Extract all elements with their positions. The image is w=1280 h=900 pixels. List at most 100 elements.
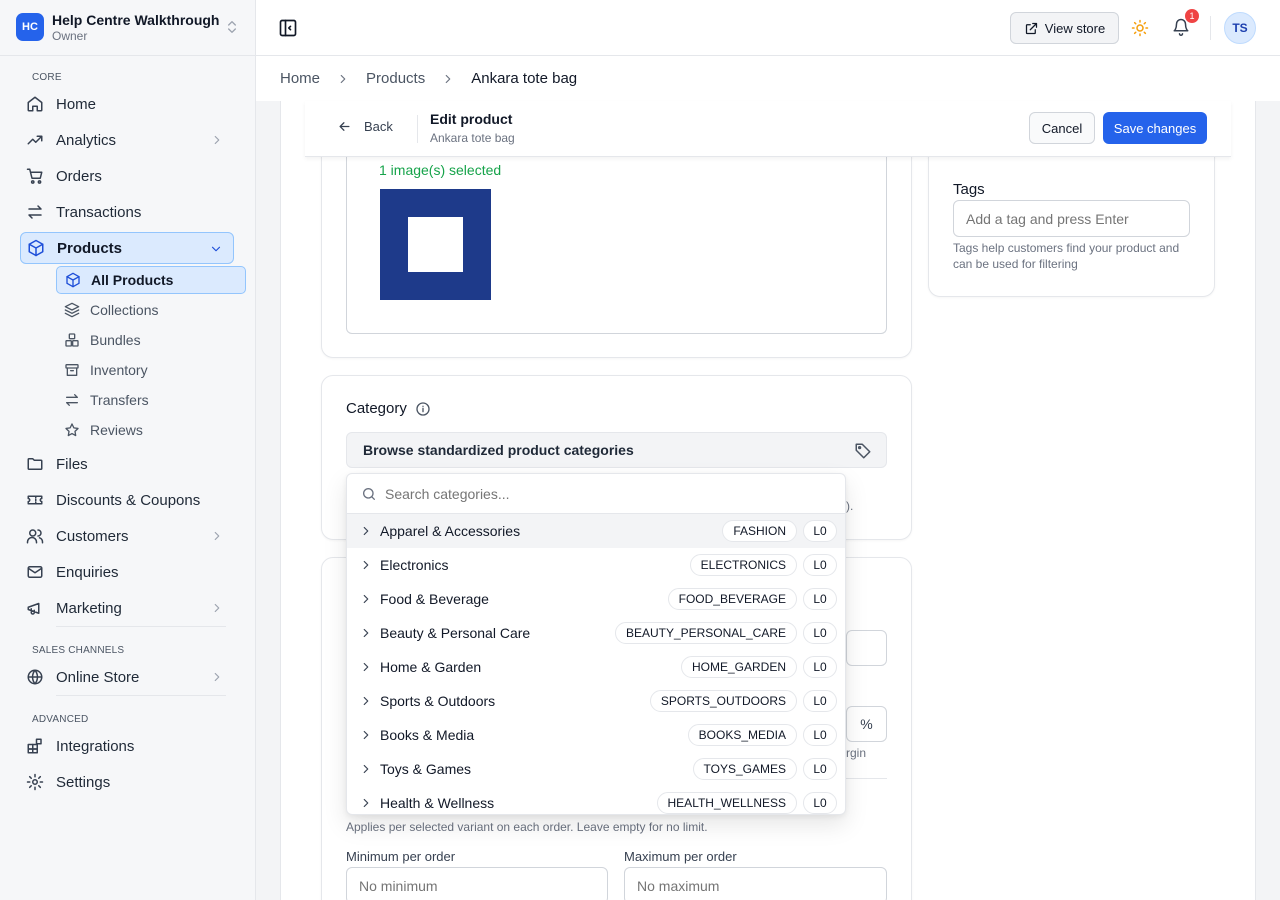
sidebar-item-integrations[interactable]: Integrations: [20, 730, 234, 762]
min-per-order-label: Minimum per order: [346, 849, 456, 864]
sidebar-toggle-icon[interactable]: [278, 18, 298, 38]
info-icon[interactable]: [415, 401, 431, 417]
sidebar-item-discounts[interactable]: Discounts & Coupons: [20, 484, 234, 516]
sidebar: HC Help Centre Walkthrough Owner CORE Ho…: [0, 0, 256, 900]
category-code-badge: HEALTH_WELLNESS: [656, 792, 797, 814]
sidebar-item-customers[interactable]: Customers: [20, 520, 234, 552]
sidebar-item-files[interactable]: Files: [20, 448, 234, 480]
chevron-right-icon[interactable]: [359, 762, 373, 776]
category-option[interactable]: Health & Wellness HEALTH_WELLNESS L0: [347, 786, 845, 814]
category-option[interactable]: Toys & Games TOYS_GAMES L0: [347, 752, 845, 786]
sidebar-item-label: Settings: [56, 773, 111, 791]
category-option[interactable]: Home & Garden HOME_GARDEN L0: [347, 650, 845, 684]
section-label-core: CORE: [32, 72, 62, 83]
chevron-right-icon: [214, 672, 220, 682]
star-icon: [65, 423, 79, 437]
folder-icon: [27, 458, 43, 470]
sidebar-item-enquiries[interactable]: Enquiries: [20, 556, 234, 588]
category-level-badge: L0: [803, 588, 837, 610]
chevron-right-icon[interactable]: [359, 524, 373, 538]
product-image-thumbnail[interactable]: [380, 189, 491, 300]
sidebar-item-label: Enquiries: [56, 563, 119, 581]
category-level-badge: L0: [803, 554, 837, 576]
chevron-right-icon: [214, 603, 220, 613]
chevron-right-icon[interactable]: [359, 592, 373, 606]
sidebar-subitem-all-products[interactable]: All Products: [56, 266, 246, 294]
user-avatar[interactable]: TS: [1224, 12, 1256, 44]
price-input-edge[interactable]: [846, 630, 887, 666]
sidebar-item-orders[interactable]: Orders: [20, 160, 234, 192]
sidebar-subitem-reviews[interactable]: Reviews: [56, 416, 246, 444]
tag-icon: [855, 443, 871, 459]
breadcrumb-home[interactable]: Home: [280, 70, 320, 87]
sidebar-subitem-transfers[interactable]: Transfers: [56, 386, 246, 414]
chevron-right-icon: [445, 74, 451, 83]
sidebar-item-label: Integrations: [56, 737, 135, 755]
category-option-name: Toys & Games: [380, 761, 472, 777]
browse-categories-button[interactable]: Browse standardized product categories: [346, 432, 887, 468]
sidebar-subitem-inventory[interactable]: Inventory: [56, 356, 246, 384]
divider: [56, 695, 226, 696]
sidebar-subitem-bundles[interactable]: Bundles: [56, 326, 246, 354]
chevron-right-icon[interactable]: [359, 694, 373, 708]
category-option[interactable]: Apparel & Accessories FASHION L0: [347, 514, 845, 548]
workspace-switcher[interactable]: HC Help Centre Walkthrough Owner: [16, 10, 240, 44]
sidebar-item-online-store[interactable]: Online Store: [20, 661, 234, 693]
mail-icon: [27, 566, 43, 578]
sidebar-item-products[interactable]: Products: [20, 232, 234, 264]
chevron-right-icon[interactable]: [359, 626, 373, 640]
category-search-input[interactable]: [385, 485, 825, 502]
category-option-name: Electronics: [380, 557, 449, 573]
chevron-right-icon[interactable]: [359, 728, 373, 742]
sidebar-item-analytics[interactable]: Analytics: [20, 124, 234, 156]
category-code-badge: TOYS_GAMES: [692, 758, 797, 780]
sidebar-subitem-collections[interactable]: Collections: [56, 296, 246, 324]
category-option-name: Apparel & Accessories: [380, 523, 521, 539]
category-level-badge: L0: [803, 520, 837, 542]
min-per-order-input[interactable]: [346, 867, 608, 900]
category-option[interactable]: Sports & Outdoors SPORTS_OUTDOORS L0: [347, 684, 845, 718]
category-search: [347, 474, 845, 514]
category-option-name: Sports & Outdoors: [380, 693, 496, 709]
ticket-icon: [27, 495, 43, 505]
sidebar-item-settings[interactable]: Settings: [20, 766, 234, 798]
cancel-button[interactable]: Cancel: [1029, 112, 1095, 144]
category-option[interactable]: Food & Beverage FOOD_BEVERAGE L0: [347, 582, 845, 616]
view-store-button[interactable]: View store: [1010, 12, 1119, 44]
sidebar-item-marketing[interactable]: Marketing: [20, 592, 234, 624]
home-icon: [27, 96, 43, 112]
sidebar-subitem-label: Collections: [90, 302, 159, 318]
workspace-role: Owner: [52, 28, 88, 43]
sidebar-subitem-label: Reviews: [90, 422, 143, 438]
sidebar-item-home[interactable]: Home: [20, 88, 234, 120]
sidebar-item-label: Customers: [56, 527, 129, 545]
chevron-right-icon[interactable]: [359, 796, 373, 810]
blocks-icon: [27, 738, 42, 754]
category-option[interactable]: Beauty & Personal Care BEAUTY_PERSONAL_CA…: [347, 616, 845, 650]
sidebar-item-transactions[interactable]: Transactions: [20, 196, 234, 228]
section-label-advanced: ADVANCED: [32, 714, 89, 725]
arrows-left-right-icon: [66, 394, 78, 406]
chevron-right-icon[interactable]: [359, 558, 373, 572]
back-button[interactable]: Back: [337, 119, 393, 134]
max-per-order-label: Maximum per order: [624, 849, 737, 864]
category-option[interactable]: Books & Media BOOKS_MEDIA L0: [347, 718, 845, 752]
sidebar-item-label: Products: [57, 239, 123, 257]
sun-icon[interactable]: [1131, 19, 1149, 37]
category-option-name: Beauty & Personal Care: [380, 625, 531, 641]
breadcrumb-products[interactable]: Products: [366, 70, 425, 87]
sidebar-item-label: Transactions: [56, 203, 142, 221]
category-helper-text: ).: [846, 499, 854, 513]
max-per-order-input[interactable]: [624, 867, 887, 900]
sidebar-item-label: Discounts & Coupons: [56, 491, 201, 509]
chevron-right-icon[interactable]: [359, 660, 373, 674]
page-subtitle: Ankara tote bag: [430, 131, 515, 145]
save-button[interactable]: Save changes: [1103, 112, 1207, 144]
tag-input[interactable]: [953, 200, 1190, 237]
category-option[interactable]: Electronics ELECTRONICS L0: [347, 548, 845, 582]
chevrons-up-down-icon: [228, 21, 236, 33]
margin-percent-input-edge[interactable]: %: [846, 706, 887, 742]
chevron-right-icon: [214, 135, 220, 145]
sidebar-item-label: Files: [56, 455, 88, 473]
back-label: Back: [364, 119, 393, 134]
